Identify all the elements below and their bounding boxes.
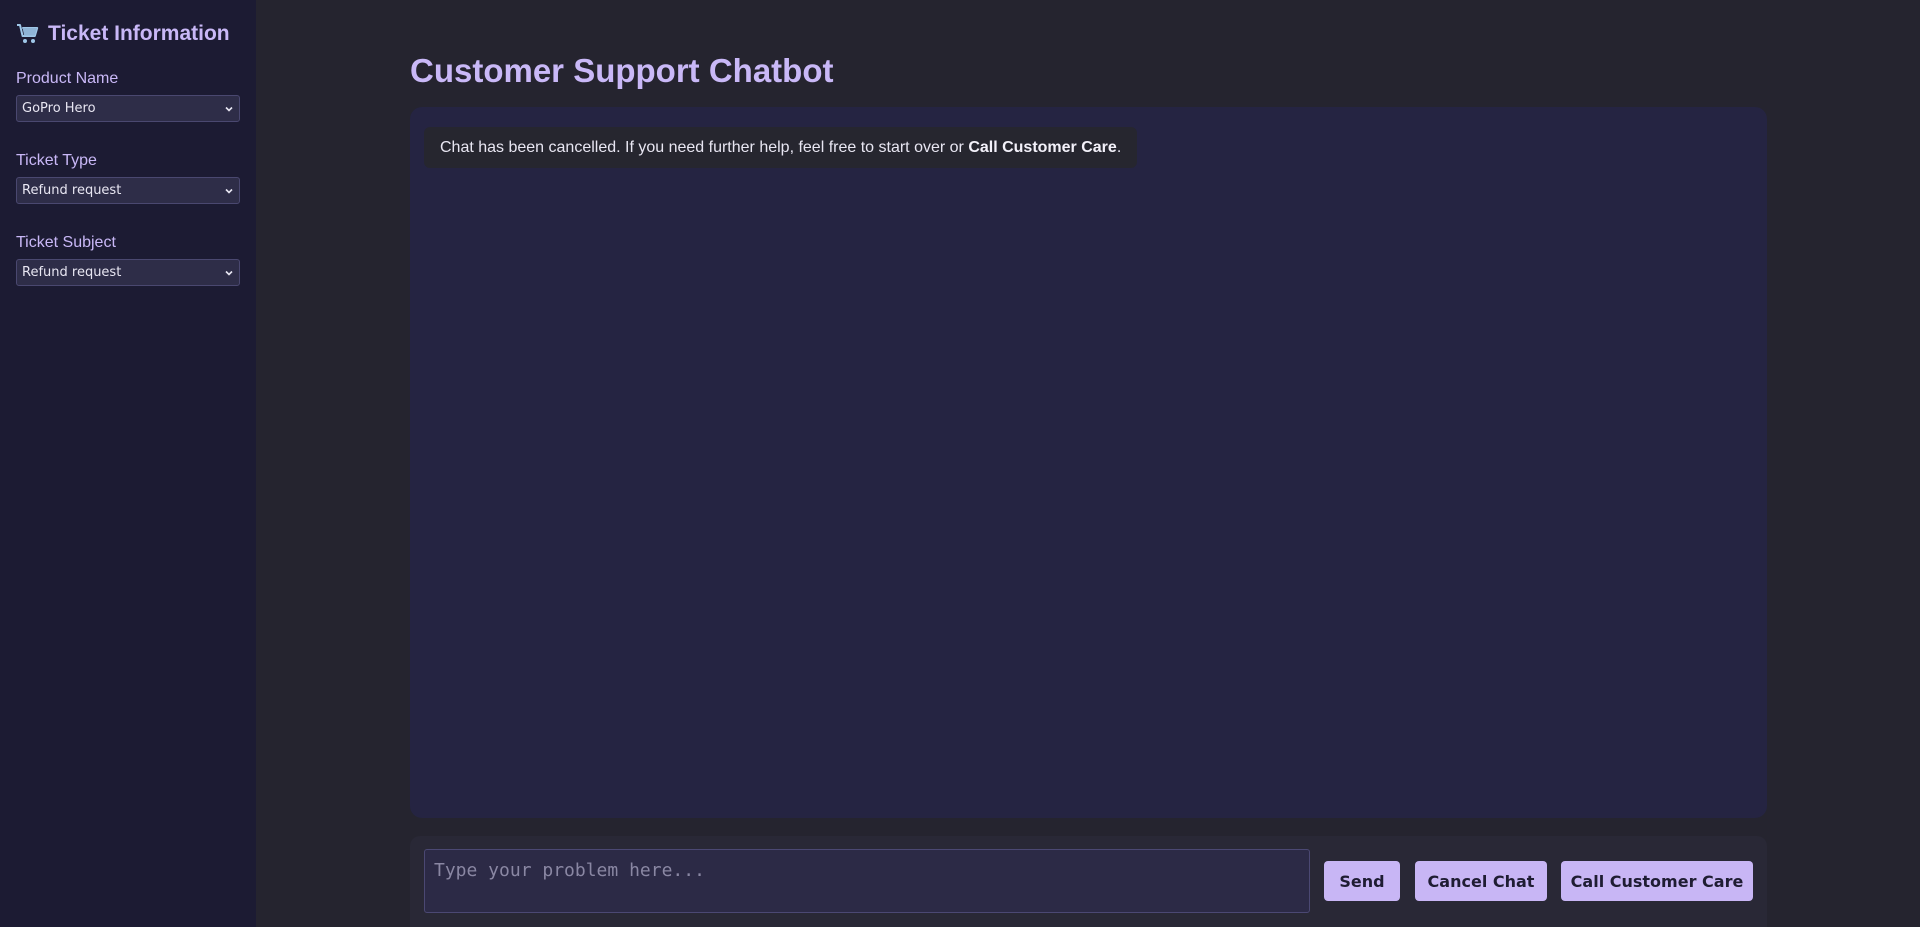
call-customer-care-button[interactable]: Call Customer Care (1561, 861, 1753, 901)
send-button[interactable]: Send (1324, 861, 1400, 901)
bot-message: Chat has been cancelled. If you need fur… (424, 127, 1138, 168)
sidebar-title: Ticket Information (48, 22, 230, 45)
chevron-down-icon (225, 188, 233, 194)
ticket-subject-value: Refund request (22, 265, 122, 280)
ticket-type-select[interactable]: Refund request (16, 177, 240, 204)
sidebar-header: Ticket Information (16, 22, 240, 46)
ticket-type-value: Refund request (22, 183, 122, 198)
product-name-field: Product Name GoPro Hero (16, 70, 240, 122)
ticket-type-label: Ticket Type (16, 152, 97, 169)
chevron-down-icon (225, 106, 233, 112)
shopping-cart-icon (16, 23, 40, 45)
product-name-select[interactable]: GoPro Hero (16, 95, 240, 122)
product-name-label: Product Name (16, 70, 119, 87)
chat-input-bar: Send Cancel Chat Call Customer Care (410, 836, 1767, 927)
page-title: Customer Support Chatbot (410, 52, 834, 89)
ticket-type-field: Ticket Type Refund request (16, 152, 240, 204)
message-text: Chat has been cancelled. If you need fur… (440, 139, 969, 156)
chat-message-input[interactable] (424, 849, 1310, 913)
message-bold-link-text: Call Customer Care (968, 139, 1117, 156)
chat-history-panel: Chat has been cancelled. If you need fur… (410, 107, 1767, 818)
ticket-subject-select[interactable]: Refund request (16, 259, 240, 286)
ticket-subject-field: Ticket Subject Refund request (16, 234, 240, 286)
sidebar: Ticket Information Product Name GoPro He… (0, 0, 256, 927)
chevron-down-icon (225, 270, 233, 276)
cancel-chat-button[interactable]: Cancel Chat (1415, 861, 1547, 901)
message-text-end: . (1116, 139, 1122, 156)
product-name-value: GoPro Hero (22, 101, 96, 116)
ticket-subject-label: Ticket Subject (16, 234, 116, 251)
